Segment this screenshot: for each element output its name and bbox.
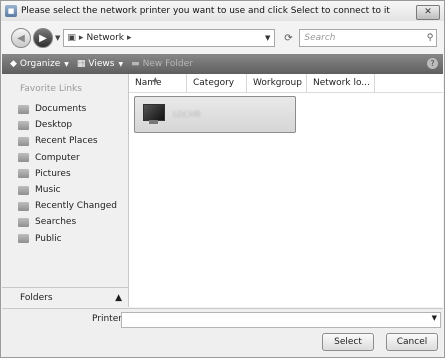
select-button[interactable]: Select (322, 333, 374, 351)
search-icon[interactable]: ⚲ (427, 33, 434, 43)
back-button[interactable]: ◀ (11, 28, 31, 48)
sort-indicator-icon: ▲ (153, 76, 158, 83)
new-folder-label: New Folder (142, 59, 193, 69)
chevron-down-icon: ▼ (64, 60, 69, 68)
recent-pages-dropdown-icon[interactable]: ▼ (55, 34, 60, 42)
window-title: Please select the network printer you wa… (21, 6, 390, 16)
views-button[interactable]: ▦ Views ▼ (77, 59, 123, 69)
public-icon (18, 234, 29, 244)
sidebar-item-label: Recent Places (35, 136, 98, 147)
column-header-name[interactable]: ▲ Name (129, 74, 187, 92)
bottom-panel: Printer ▼ Select Cancel (2, 308, 443, 357)
column-header-row: ▲ Name Category Workgroup Network lo... (129, 74, 443, 93)
column-header-label: Network lo... (313, 78, 370, 88)
title-bar: ■ Please select the network printer you … (1, 1, 444, 21)
sidebar-item-pictures[interactable]: Pictures (18, 166, 117, 182)
views-label: Views (88, 59, 115, 69)
refresh-icon[interactable]: ⟳ (281, 33, 295, 44)
organize-label: Organize (19, 59, 61, 69)
sidebar-item-label: Desktop (35, 120, 73, 131)
folders-label: Folders (20, 293, 53, 303)
folders-toggle[interactable]: Folders ▲ (2, 287, 128, 308)
favorite-links-header: Favorite Links (20, 84, 82, 94)
sidebar-item-computer[interactable]: Computer (18, 150, 117, 166)
sidebar-item-recently-changed[interactable]: Recently Changed (18, 198, 117, 214)
organize-icon: ◆ (10, 59, 17, 69)
new-folder-button[interactable]: ▬ New Folder (131, 59, 193, 69)
network-icon: ▣ (67, 33, 76, 43)
recent-places-icon (18, 136, 29, 146)
computer-icon (141, 103, 165, 126)
navigation-pane: Favorite Links Documents Desktop Recent Pl… (2, 74, 129, 307)
printer-input[interactable]: ▼ (121, 312, 441, 328)
recently-changed-icon (18, 201, 29, 211)
favorite-links-list: Documents Desktop Recent Places Computer Pic… (18, 101, 117, 247)
sidebar-item-desktop[interactable]: Desktop (18, 117, 117, 133)
printer-label: Printer (92, 314, 122, 324)
music-icon (18, 185, 29, 195)
chevron-up-icon[interactable]: ▲ (115, 293, 122, 303)
printer-app-icon: ■ (5, 5, 17, 17)
new-folder-icon: ▬ (131, 59, 140, 69)
sidebar-item-label: Pictures (35, 168, 71, 179)
help-icon[interactable]: ? (427, 58, 438, 69)
sidebar-item-music[interactable]: Music (18, 182, 117, 198)
address-bar-row: ◀ ▶ ▼ ▣ ▸ Network ▸ ▼ ⟳ Search ⚲ (1, 25, 444, 51)
close-button[interactable]: ✕ (416, 5, 440, 20)
sidebar-item-public[interactable]: Public (18, 231, 117, 247)
searches-icon (18, 217, 29, 227)
column-header-category[interactable]: Category (187, 74, 247, 92)
cancel-button[interactable]: Cancel (386, 333, 438, 351)
search-placeholder: Search (304, 33, 336, 43)
sidebar-item-searches[interactable]: Searches (18, 214, 117, 230)
computer-icon (18, 153, 29, 163)
pictures-icon (18, 169, 29, 179)
column-header-workgroup[interactable]: Workgroup (247, 74, 307, 92)
file-list-pane: ▲ Name Category Workgroup Network lo... … (129, 74, 443, 307)
computer-name: LOCHR (173, 110, 201, 119)
search-input[interactable]: Search ⚲ (299, 29, 438, 47)
documents-icon (18, 104, 29, 114)
sidebar-item-label: Music (35, 185, 61, 196)
forward-button[interactable]: ▶ (33, 28, 53, 48)
sidebar-item-recent-places[interactable]: Recent Places (18, 133, 117, 149)
views-icon: ▦ (76, 59, 86, 69)
column-header-label: Workgroup (253, 78, 302, 88)
address-box[interactable]: ▣ ▸ Network ▸ ▼ (63, 29, 276, 47)
breadcrumb-separator-icon: ▸ (78, 33, 84, 43)
monitor-base (149, 119, 158, 124)
breadcrumb-network[interactable]: Network (86, 33, 124, 43)
sidebar-item-label: Recently Changed (35, 201, 117, 212)
monitor-screen (143, 103, 165, 121)
sidebar-item-label: Documents (35, 104, 87, 115)
network-computer-item[interactable]: LOCHR (134, 96, 296, 133)
sidebar-item-label: Searches (35, 217, 77, 228)
column-header-label: Category (193, 78, 235, 88)
dialog-window: ■ Please select the network printer you … (0, 0, 445, 358)
sidebar-item-label: Public (35, 233, 62, 244)
breadcrumb-chevron-icon[interactable]: ▸ (127, 33, 132, 43)
chevron-down-icon[interactable]: ▼ (432, 314, 437, 322)
column-header-network-location[interactable]: Network lo... (307, 74, 375, 92)
sidebar-item-documents[interactable]: Documents (18, 101, 117, 117)
chevron-down-icon: ▼ (118, 60, 124, 68)
toolbar: ◆ Organize ▼ ▦ Views ▼ ▬ New Folder ? (2, 54, 443, 74)
sidebar-item-label: Computer (35, 152, 80, 163)
address-dropdown-icon[interactable]: ▼ (265, 34, 270, 42)
desktop-icon (18, 120, 29, 130)
organize-button[interactable]: ◆ Organize ▼ (10, 59, 69, 69)
